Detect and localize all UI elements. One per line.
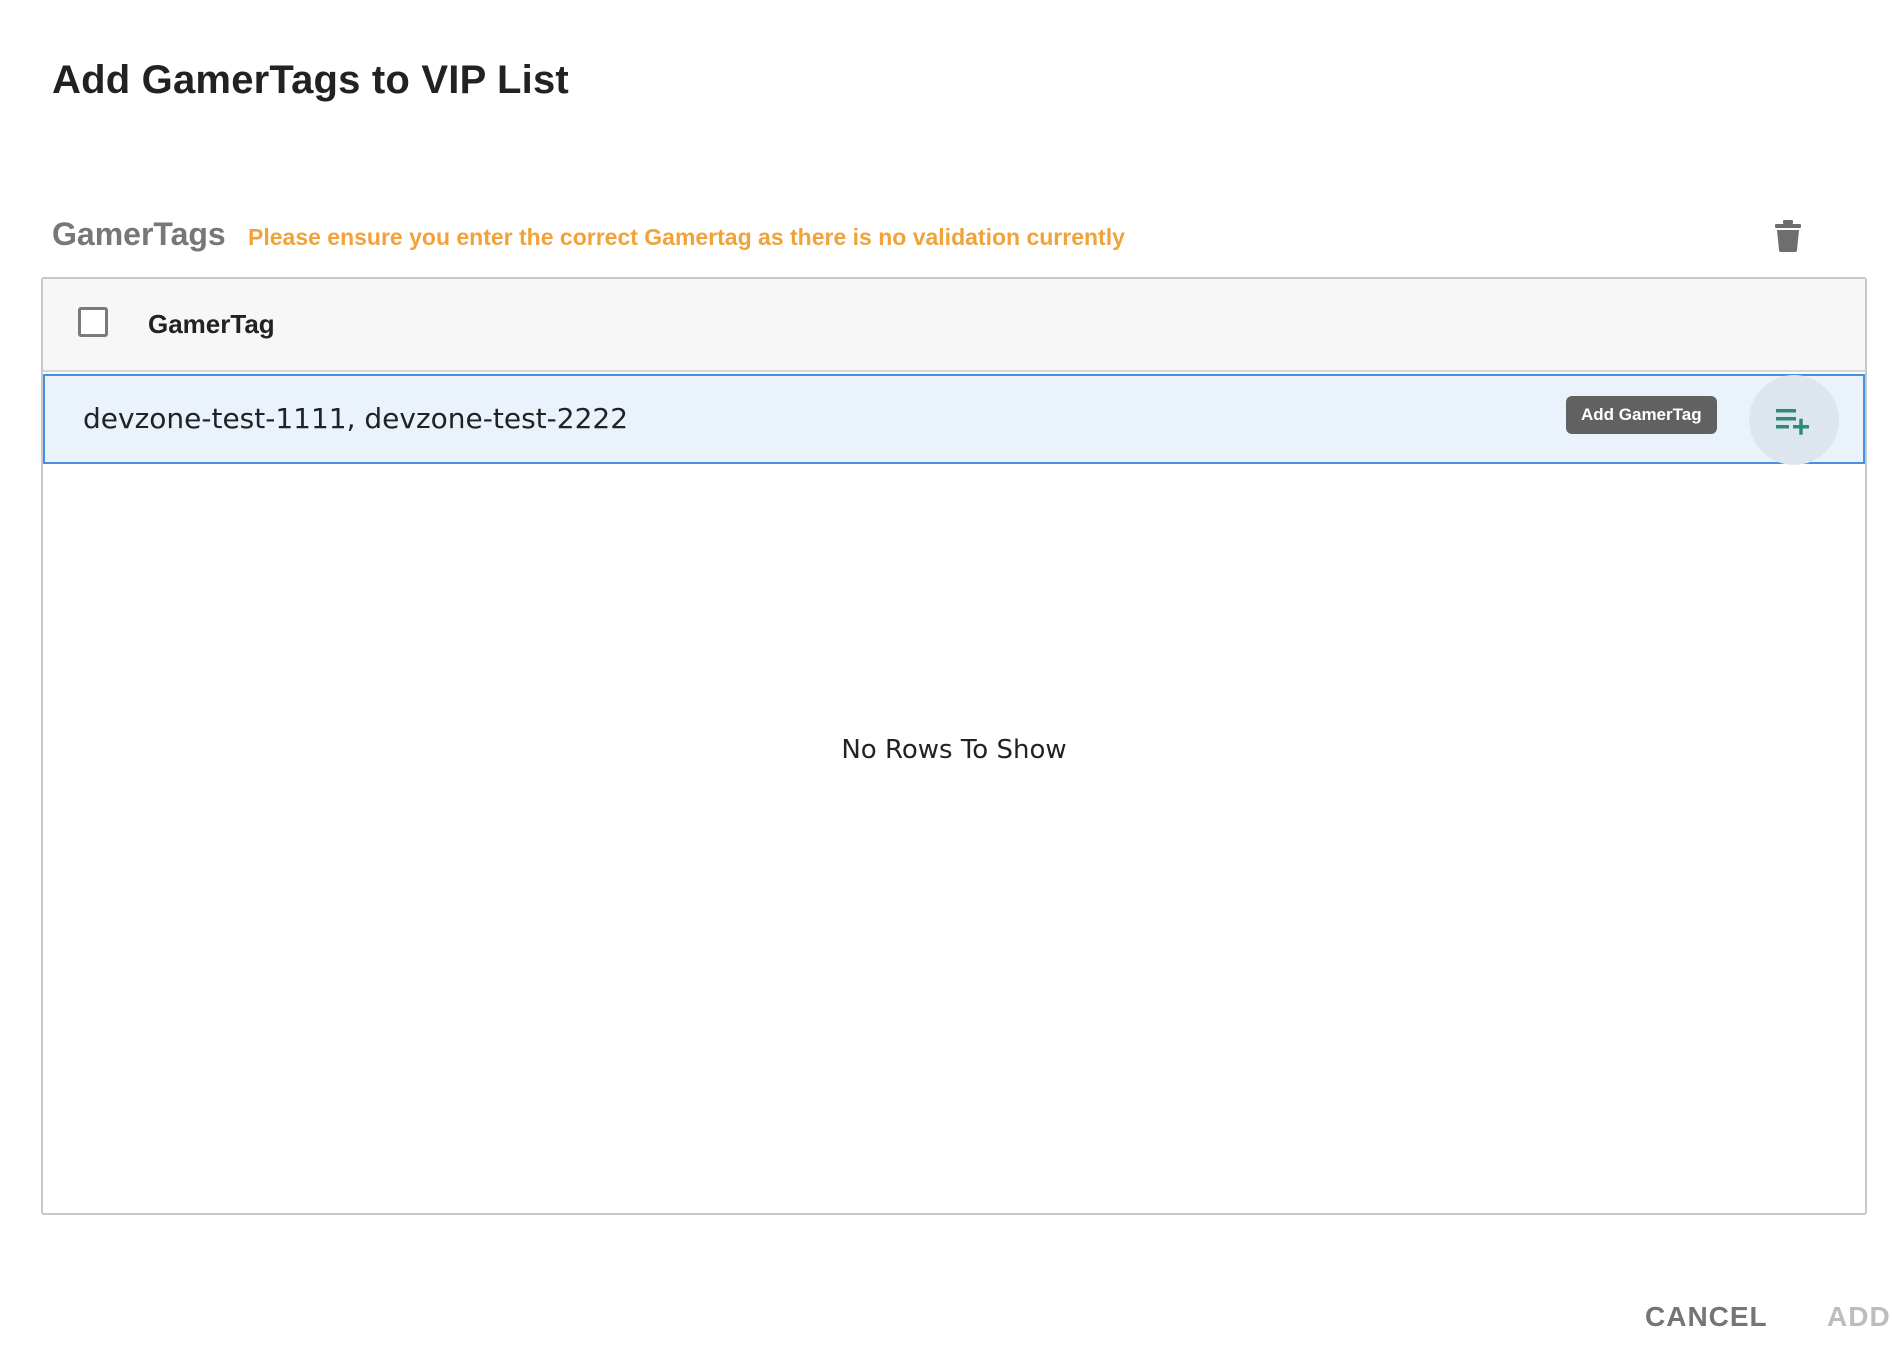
gamertag-input-row: Add GamerTag — [43, 374, 1865, 465]
select-all-checkbox[interactable] — [78, 307, 108, 337]
gamertags-section-header: GamerTags Please ensure you enter the co… — [52, 210, 1822, 260]
delete-button[interactable] — [1766, 214, 1810, 258]
add-gamertag-tooltip: Add GamerTag — [1566, 396, 1717, 434]
gamertag-grid: GamerTag Add GamerTag No Rows To Show — [41, 277, 1867, 1215]
add-button[interactable]: ADD — [1827, 1301, 1891, 1333]
cancel-button[interactable]: CANCEL — [1645, 1301, 1768, 1333]
dialog-title: Add GamerTags to VIP List — [52, 58, 569, 102]
add-gamertag-button[interactable] — [1749, 375, 1839, 465]
trash-icon — [1775, 220, 1801, 252]
section-label: GamerTags — [52, 216, 226, 252]
gamertag-input[interactable] — [83, 392, 1483, 444]
empty-rows-message: No Rows To Show — [841, 735, 1067, 765]
validation-warning: Please ensure you enter the correct Game… — [248, 224, 1125, 250]
playlist-add-icon — [1776, 409, 1809, 435]
column-header-gamertag[interactable]: GamerTag — [148, 309, 275, 340]
grid-header: GamerTag — [43, 279, 1865, 372]
